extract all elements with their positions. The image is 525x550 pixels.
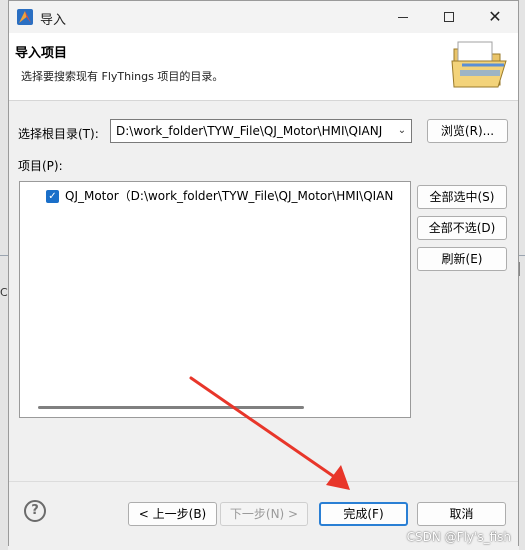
page-title: 导入项目 [15, 46, 68, 61]
import-dialog: 导入 ✕ 导入项目 选择要搜索现有 FlyThings 项目的目录。 选择根目录… [8, 0, 519, 546]
background-panel-left [0, 0, 8, 550]
select-all-button[interactable]: 全部选中(S) [417, 185, 507, 209]
minimize-icon [398, 16, 408, 18]
scrollbar-thumb[interactable] [38, 406, 304, 409]
horizontal-scrollbar[interactable] [28, 403, 400, 411]
minimize-button[interactable] [380, 1, 426, 33]
page-description: 选择要搜索现有 FlyThings 项目的目录。 [21, 70, 224, 83]
background-icon-right [519, 262, 525, 276]
next-button: 下一步(N) > [220, 502, 308, 526]
close-button[interactable]: ✕ [472, 1, 518, 33]
maximize-icon [444, 12, 454, 22]
chevron-down-icon[interactable]: ⌄ [393, 120, 411, 142]
folder-open-icon [451, 41, 507, 88]
project-list[interactable]: ✓ QJ_Motor（D:\work_folder\TYW_File\QJ_Mo… [19, 181, 411, 418]
back-button[interactable]: < 上一步(B) [128, 502, 217, 526]
background-divider-right [519, 255, 525, 256]
root-directory-label: 选择根目录(T): [18, 127, 99, 141]
refresh-button[interactable]: 刷新(E) [417, 247, 507, 271]
root-directory-value: D:\work_folder\TYW_File\QJ_Motor\HMI\QIA… [116, 124, 383, 138]
project-item-label[interactable]: QJ_Motor（D:\work_folder\TYW_File\QJ_Moto… [65, 187, 393, 204]
wizard-header: 导入项目 选择要搜索现有 FlyThings 项目的目录。 [9, 33, 518, 101]
cancel-button[interactable]: 取消 [417, 502, 506, 526]
root-directory-combo[interactable]: D:\work_folder\TYW_File\QJ_Motor\HMI\QIA… [110, 119, 412, 143]
project-checkbox-icon[interactable]: ✓ [46, 190, 59, 203]
close-icon: ✕ [488, 7, 502, 26]
title-bar: 导入 ✕ [9, 1, 518, 33]
app-logo-icon [17, 9, 33, 25]
deselect-all-button[interactable]: 全部不选(D) [417, 216, 507, 240]
watermark: CSDN @Fly's_fish [406, 530, 511, 544]
background-divider-left [0, 255, 8, 256]
projects-label: 项目(P): [18, 159, 63, 173]
window-title: 导入 [40, 13, 67, 28]
finish-button[interactable]: 完成(F) [319, 502, 408, 526]
browse-button[interactable]: 浏览(R)... [427, 119, 508, 143]
help-icon[interactable]: ? [24, 500, 46, 522]
maximize-button[interactable] [426, 1, 472, 33]
